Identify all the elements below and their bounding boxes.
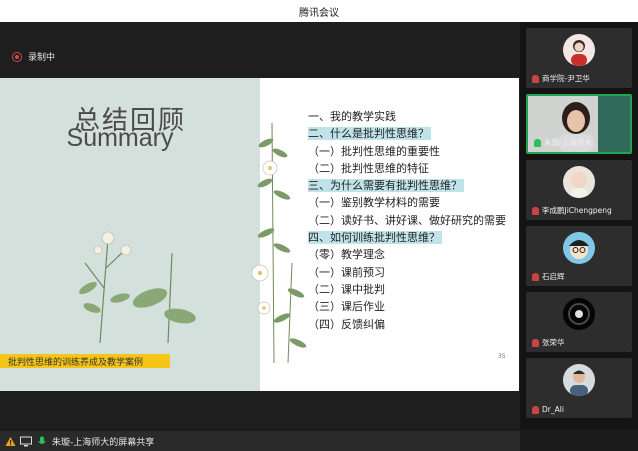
outline-item: 三、为什么需要有批判性思维？ (308, 177, 518, 194)
participant-name: 石启辉 (542, 272, 565, 281)
mic-muted-icon (532, 74, 539, 83)
slide-page-number: 35 (498, 353, 506, 360)
slide-left-panel: 总结回顾 Summary (0, 78, 260, 391)
outline-item: （二）批判性思维的特征 (308, 160, 518, 177)
share-label: 朱璇-上海师大的屏幕共享 (52, 437, 155, 448)
screen-share-icon[interactable] (20, 435, 32, 447)
outline-item-text: （一）批判性思维的重要性 (308, 144, 440, 158)
botanical-illustration (79, 231, 196, 344)
avatar-woman-red-icon (563, 34, 595, 66)
outline-item-text: （二）读好书、讲好课、做好研究的需要 (308, 213, 506, 227)
avatar-baby-icon (563, 166, 595, 198)
outline-item: 一、我的教学实践 (308, 108, 518, 125)
outline-item: （二）读好书、讲好课、做好研究的需要 (308, 212, 518, 229)
outline-item: （一）课前预习 (308, 264, 518, 281)
participant-name: 张荣华 (542, 338, 565, 347)
outline-item: 四、如何训练批判性思维？ (308, 229, 518, 246)
outline-item-text: 二、什么是批判性思维？ (308, 127, 431, 141)
recording-label: 录制中 (28, 53, 56, 63)
outline-item: （一）鉴别教学材料的需要 (308, 194, 518, 211)
participant-tile[interactable]: 石启辉 (526, 226, 632, 286)
participant-name: 商学院-尹卫华 (542, 74, 590, 83)
mic-muted-icon (532, 206, 539, 215)
outline-item-text: （四）反馈纠偏 (308, 317, 385, 331)
outline-item-text: 一、我的教学实践 (308, 110, 396, 123)
avatar-dark-ring-icon (563, 298, 595, 330)
recording-indicator[interactable]: 录制中 (12, 50, 55, 63)
presentation-slide: 总结回顾 Summary 一、我的教学实践 二、什么是批判性思维？ （一）批判性… (0, 78, 519, 391)
outline-item: 二、什么是批判性思维？ (308, 125, 518, 142)
outline-item: （四）反馈纠偏 (308, 316, 518, 333)
participant-name: 朱璇-上海师大 (544, 138, 592, 147)
outline-item: （三）课后作业 (308, 298, 518, 315)
outline-item-text: （二）批判性思维的特征 (308, 161, 429, 175)
outline-item: （一）批判性思维的重要性 (308, 143, 518, 160)
avatar-man-icon (563, 364, 595, 396)
slide-title-en: Summary (66, 124, 174, 152)
outline-item-text: （一）鉴别教学材料的需要 (308, 196, 440, 210)
mic-muted-icon (532, 272, 539, 281)
slide-banner: 批判性思维的训练养成及教学案例 (0, 354, 170, 368)
participant-name: Dr_Ali (542, 405, 564, 414)
outline-item-text: 三、为什么需要有批判性思维？ (308, 179, 464, 193)
outline-item-text: （三）课后作业 (308, 300, 385, 314)
participant-tile[interactable]: 李成鹏JiChengpeng (526, 160, 632, 220)
title-bar: 腾讯会议 (0, 0, 638, 22)
slide-outline: 一、我的教学实践二、什么是批判性思维？ （一）批判性思维的重要性 （二）批判性思维的… (308, 108, 518, 333)
outline-item: （二）课中批判 (308, 281, 518, 298)
participant-name: 李成鹏JiChengpeng (542, 206, 612, 215)
banner-text: 批判性思维的训练养成及教学案例 (8, 358, 144, 368)
outline-item-text: （一）课前预习 (308, 265, 385, 279)
mic-on-icon[interactable] (36, 435, 48, 447)
participant-tile[interactable]: 商学院-尹卫华 (526, 28, 632, 88)
participant-tile-active-speaker[interactable]: 朱璇-上海师大 (526, 94, 632, 154)
fern-flower-decoration (252, 123, 307, 364)
avatar-cartoon-boy-icon (563, 232, 595, 264)
outline-item-text: （二）课中批判 (308, 282, 385, 296)
warning-icon[interactable] (4, 435, 16, 447)
mic-muted-icon (532, 405, 539, 414)
window-title: 腾讯会议 (299, 8, 339, 19)
mic-on-icon (534, 138, 541, 147)
outline-item-text: （零）教学理念 (308, 248, 385, 262)
outline-item: （零）教学理念 (308, 246, 518, 263)
mic-muted-icon (532, 338, 539, 347)
participant-panel: 商学院-尹卫华 朱璇-上海师大 李成鹏JiChengpeng 石启辉 张荣华 D… (520, 22, 638, 429)
outline-item-text: 四、如何训练批判性思维？ (308, 231, 442, 245)
shared-screen-area: 录制中 总结回顾 Summary 一、我的教学实践 二、什么是批判性思维？ （一… (0, 22, 520, 451)
participant-tile[interactable]: 张荣华 (526, 292, 632, 352)
participant-tile[interactable]: Dr_Ali (526, 358, 632, 418)
screen-share-bar: 朱璇-上海师大的屏幕共享 (0, 431, 520, 451)
record-icon (12, 51, 22, 62)
